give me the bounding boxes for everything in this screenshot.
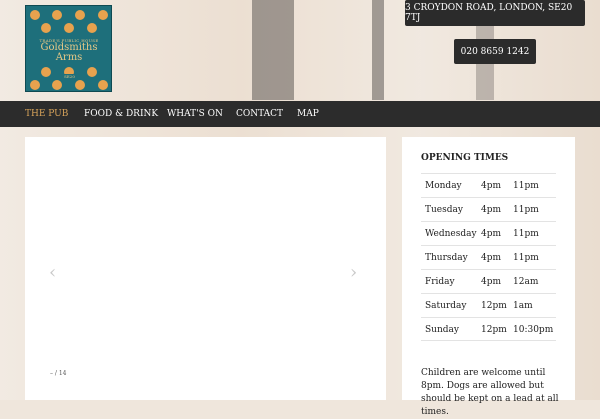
table-row: Thursday 4pm 11pm (421, 245, 556, 269)
nav-item-contact[interactable]: CONTACT (236, 101, 283, 127)
day-cell: Wednesday (425, 229, 477, 239)
background-stripe (252, 0, 294, 100)
close-cell: 11pm (513, 253, 539, 263)
chevron-right-icon[interactable]: › (350, 264, 357, 282)
chevron-left-icon[interactable]: ‹ (49, 264, 56, 282)
address-text: 3 CROYDON ROAD, LONDON, SE20 7TJ (405, 3, 573, 23)
nav-item-whats-on[interactable]: WHAT'S ON (167, 101, 223, 127)
open-cell: 12pm (481, 325, 507, 335)
open-cell: 4pm (481, 253, 502, 263)
address-button[interactable]: 3 CROYDON ROAD, LONDON, SE20 7TJ (405, 0, 585, 26)
nav-item-map[interactable]: MAP (297, 101, 319, 127)
main-nav: THE PUB FOOD & DRINK WHAT'S ON CONTACT M… (0, 101, 600, 127)
table-row: Saturday 12pm 1am (421, 293, 556, 317)
day-cell: Thursday (425, 253, 468, 263)
close-cell: 11pm (513, 205, 539, 215)
day-cell: Sunday (425, 325, 459, 335)
opening-times-table: Monday 4pm 11pm Tuesday 4pm 11pm Wednesd… (421, 173, 556, 341)
day-cell: Saturday (425, 301, 467, 311)
phone-button[interactable]: 020 8659 1242 (454, 39, 536, 64)
open-cell: 4pm (481, 181, 502, 191)
open-cell: 4pm (481, 229, 502, 239)
nav-item-food-drink[interactable]: FOOD & DRINK (84, 101, 158, 127)
phone-text: 020 8659 1242 (460, 46, 530, 57)
close-cell: 11pm (513, 181, 539, 191)
background-stripe (372, 0, 384, 100)
close-cell: 11pm (513, 229, 539, 239)
logo-name-line2: Arms (55, 52, 83, 63)
pub-logo[interactable]: TRADE'S PUBLIC HOUSE Goldsmiths Arms SE2… (25, 5, 112, 92)
close-cell: 1am (513, 301, 533, 311)
opening-times-panel: OPENING TIMES Monday 4pm 11pm Tuesday 4p… (402, 137, 575, 417)
table-row: Monday 4pm 11pm (421, 173, 556, 197)
table-row: Wednesday 4pm 11pm (421, 221, 556, 245)
slide-counter: – / 14 (50, 370, 67, 377)
opening-times-title: OPENING TIMES (421, 153, 509, 163)
opening-times-note: Children are welcome until 8pm. Dogs are… (421, 368, 559, 417)
table-row: Friday 4pm 12am (421, 269, 556, 293)
open-cell: 12pm (481, 301, 507, 311)
logo-foot-text: SE20 (62, 74, 77, 79)
open-cell: 4pm (481, 205, 502, 215)
nav-item-the-pub[interactable]: THE PUB (25, 101, 68, 127)
day-cell: Monday (425, 181, 462, 191)
open-cell: 4pm (481, 277, 502, 287)
day-cell: Friday (425, 277, 455, 287)
logo-plaque: TRADE'S PUBLIC HOUSE Goldsmiths Arms (30, 38, 108, 64)
table-row: Sunday 12pm 10:30pm (421, 317, 556, 341)
day-cell: Tuesday (425, 205, 463, 215)
close-cell: 10:30pm (513, 325, 554, 335)
table-row: Tuesday 4pm 11pm (421, 197, 556, 221)
close-cell: 12am (513, 277, 539, 287)
image-slider: ‹ › – / 14 (25, 137, 386, 400)
